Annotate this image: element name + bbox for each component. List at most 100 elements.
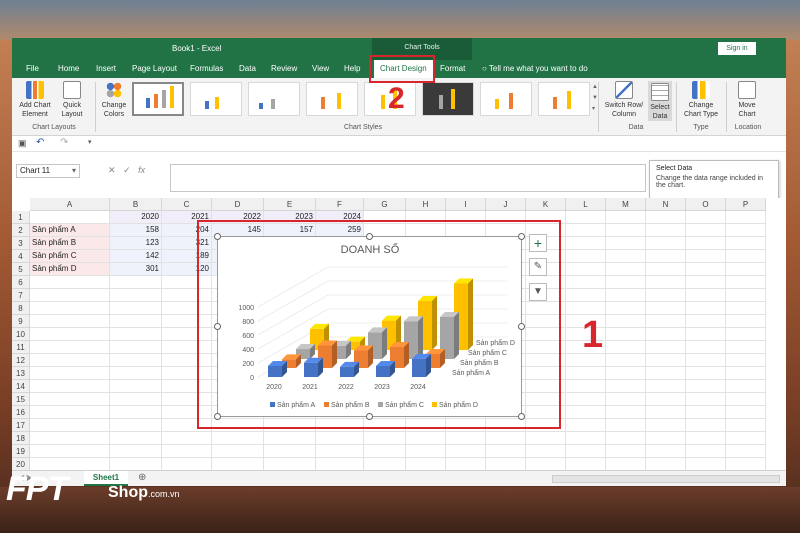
cell[interactable]: [646, 367, 686, 380]
column-header-c[interactable]: C: [162, 198, 212, 211]
cell[interactable]: [30, 380, 110, 393]
cell[interactable]: [606, 315, 646, 328]
column-header-f[interactable]: F: [316, 198, 364, 211]
row-header-17[interactable]: 17: [12, 419, 30, 432]
column-header-i[interactable]: I: [446, 198, 486, 211]
cell[interactable]: [566, 224, 606, 237]
cell[interactable]: [406, 445, 446, 458]
cell[interactable]: [646, 237, 686, 250]
cell[interactable]: [686, 393, 726, 406]
cell[interactable]: [646, 211, 686, 224]
tab-home[interactable]: Home: [58, 64, 79, 73]
cell[interactable]: [726, 354, 766, 367]
cell[interactable]: [606, 211, 646, 224]
cell[interactable]: [110, 315, 162, 328]
cell[interactable]: Sản phẩm B: [30, 237, 110, 250]
cell[interactable]: [566, 367, 606, 380]
sign-in-button[interactable]: Sign in: [718, 42, 756, 55]
tab-insert[interactable]: Insert: [96, 64, 116, 73]
column-header-g[interactable]: G: [364, 198, 406, 211]
cell[interactable]: [110, 276, 162, 289]
cell[interactable]: [686, 276, 726, 289]
save-icon[interactable]: ▣: [18, 138, 27, 149]
cell[interactable]: [686, 380, 726, 393]
cell[interactable]: [686, 237, 726, 250]
chart-style-3[interactable]: [248, 82, 300, 116]
row-header-3[interactable]: 3: [12, 237, 30, 250]
cell[interactable]: [110, 445, 162, 458]
cell[interactable]: [646, 354, 686, 367]
cell[interactable]: [486, 432, 526, 445]
row-header-13[interactable]: 13: [12, 367, 30, 380]
cell[interactable]: [646, 276, 686, 289]
cell[interactable]: [646, 289, 686, 302]
row-header-7[interactable]: 7: [12, 289, 30, 302]
cell[interactable]: [364, 432, 406, 445]
cell[interactable]: [566, 211, 606, 224]
cell[interactable]: [726, 224, 766, 237]
cell[interactable]: [646, 302, 686, 315]
cell[interactable]: [726, 341, 766, 354]
cell[interactable]: [646, 432, 686, 445]
cell[interactable]: [686, 354, 726, 367]
cell[interactable]: [30, 393, 110, 406]
cell[interactable]: [726, 315, 766, 328]
chart-style-7[interactable]: [480, 82, 532, 116]
cell[interactable]: [726, 419, 766, 432]
chart-style-4[interactable]: [306, 82, 358, 116]
cell[interactable]: [566, 419, 606, 432]
cell[interactable]: [212, 445, 264, 458]
cell[interactable]: [110, 302, 162, 315]
cell[interactable]: [566, 250, 606, 263]
cell[interactable]: [686, 406, 726, 419]
cell[interactable]: [686, 211, 726, 224]
cell[interactable]: [110, 393, 162, 406]
cell[interactable]: [726, 406, 766, 419]
add-sheet-icon[interactable]: ⊕: [138, 472, 146, 483]
cell[interactable]: [212, 432, 264, 445]
cell[interactable]: [646, 393, 686, 406]
cell[interactable]: [606, 393, 646, 406]
cell[interactable]: [686, 432, 726, 445]
cell[interactable]: [686, 224, 726, 237]
cell[interactable]: [646, 380, 686, 393]
tab-format[interactable]: Format: [440, 64, 465, 73]
cell[interactable]: [686, 341, 726, 354]
cell[interactable]: Sản phẩm A: [30, 224, 110, 237]
cell[interactable]: [606, 354, 646, 367]
cell[interactable]: [726, 302, 766, 315]
chart-style-1[interactable]: [132, 82, 184, 116]
tab-view[interactable]: View: [312, 64, 329, 73]
cell[interactable]: [110, 341, 162, 354]
cell[interactable]: [566, 445, 606, 458]
cell[interactable]: [566, 380, 606, 393]
cell[interactable]: [566, 406, 606, 419]
cell[interactable]: [30, 315, 110, 328]
cell[interactable]: [162, 432, 212, 445]
cell[interactable]: [686, 315, 726, 328]
row-header-9[interactable]: 9: [12, 315, 30, 328]
row-header-11[interactable]: 11: [12, 341, 30, 354]
cell[interactable]: [606, 237, 646, 250]
redo-icon[interactable]: ↷: [60, 137, 68, 148]
cell[interactable]: [264, 432, 316, 445]
select-data-button[interactable]: Select Data: [648, 81, 672, 121]
row-header-5[interactable]: 5: [12, 263, 30, 276]
cell[interactable]: [30, 367, 110, 380]
undo-icon[interactable]: ↶: [36, 137, 44, 148]
name-box[interactable]: Chart 11 ▾: [16, 164, 80, 178]
row-header-6[interactable]: 6: [12, 276, 30, 289]
cell[interactable]: 142: [110, 250, 162, 263]
cell[interactable]: [646, 445, 686, 458]
cell[interactable]: [726, 432, 766, 445]
column-header-j[interactable]: J: [486, 198, 526, 211]
cell[interactable]: [526, 432, 566, 445]
cell[interactable]: [726, 289, 766, 302]
cell[interactable]: [726, 328, 766, 341]
cell[interactable]: [30, 328, 110, 341]
cell[interactable]: [606, 302, 646, 315]
cell[interactable]: [726, 380, 766, 393]
customize-qat-icon[interactable]: ▾: [88, 138, 92, 146]
cell[interactable]: [110, 380, 162, 393]
switch-row-column-button[interactable]: Switch Row/ Column: [600, 81, 648, 119]
